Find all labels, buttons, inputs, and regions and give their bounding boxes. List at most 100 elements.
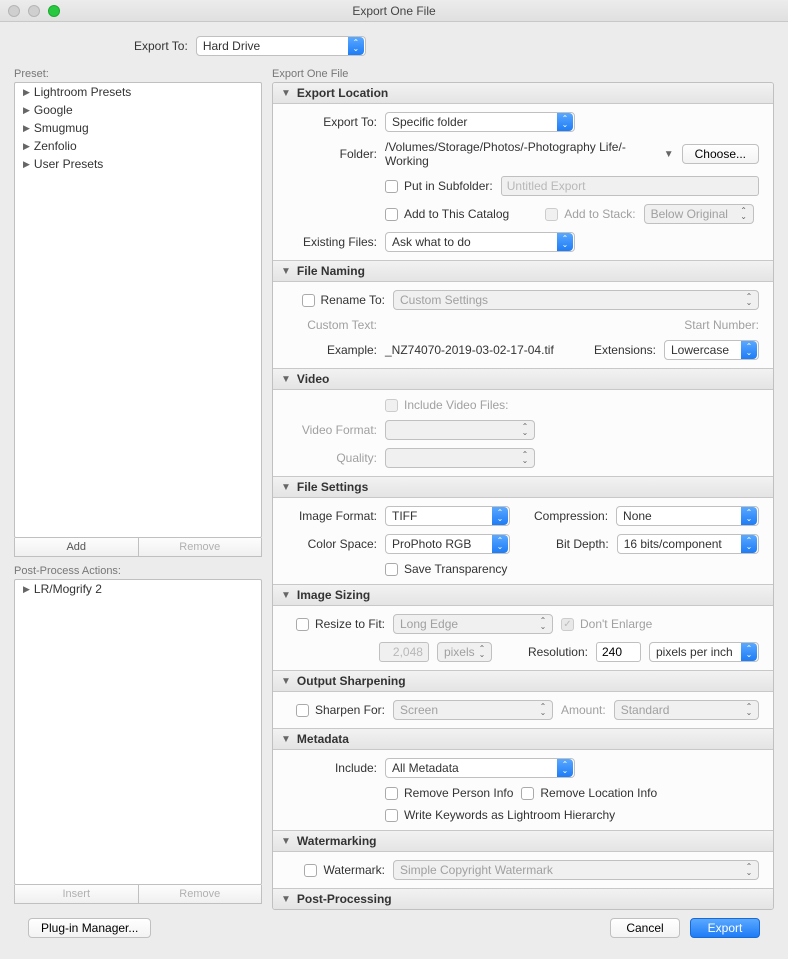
checkbox-icon <box>296 618 309 631</box>
list-item[interactable]: ▶Google <box>15 101 261 119</box>
chevron-updown-icon: ⌃⌄ <box>348 37 364 55</box>
export-button[interactable]: Export <box>690 918 760 938</box>
list-item[interactable]: ▶LR/Mogrify 2 <box>15 580 261 598</box>
chevron-updown-icon: ⌃⌄ <box>492 535 508 553</box>
remove-button[interactable]: Remove <box>139 538 262 556</box>
section-metadata[interactable]: ▼Metadata <box>273 728 773 750</box>
triangle-down-icon: ▼ <box>281 676 291 687</box>
color-space-select[interactable]: ProPhoto RGB⌃⌄ <box>385 534 510 554</box>
checkbox-icon <box>385 809 398 822</box>
stack-select: Below Original⌃⌄ <box>644 204 754 224</box>
checkbox-icon <box>385 563 398 576</box>
list-item[interactable]: ▶Smugmug <box>15 119 261 137</box>
rename-checkbox[interactable]: Rename To: <box>287 293 385 307</box>
list-item[interactable]: ▶User Presets <box>15 155 261 173</box>
resolution-input[interactable] <box>596 642 641 662</box>
chevron-updown-icon: ⌃⌄ <box>741 861 757 879</box>
add-catalog-checkbox[interactable]: Add to This Catalog <box>385 207 509 221</box>
preset-list[interactable]: ▶Lightroom Presets ▶Google ▶Smugmug ▶Zen… <box>14 82 262 538</box>
bit-depth-select[interactable]: 16 bits/component⌃⌄ <box>617 534 759 554</box>
subfolder-input[interactable] <box>501 176 759 196</box>
video-quality-select: ⌃⌄ <box>385 448 535 468</box>
sharpen-checkbox[interactable]: Sharpen For: <box>287 703 385 717</box>
loc-export-to-select[interactable]: Specific folder⌃⌄ <box>385 112 575 132</box>
include-select[interactable]: All Metadata⌃⌄ <box>385 758 575 778</box>
section-post-processing[interactable]: ▼Post-Processing <box>273 888 773 910</box>
triangle-right-icon: ▶ <box>23 141 30 152</box>
chevron-updown-icon: ⌃⌄ <box>557 233 573 251</box>
window-title: Export One File <box>0 4 788 18</box>
existing-select[interactable]: Ask what to do⌃⌄ <box>385 232 575 252</box>
checkbox-icon <box>385 180 398 193</box>
list-item[interactable]: ▶Lightroom Presets <box>15 83 261 101</box>
watermark-select: Simple Copyright Watermark⌃⌄ <box>393 860 759 880</box>
video-format-label: Video Format: <box>287 423 377 437</box>
section-output-sharpening[interactable]: ▼Output Sharpening <box>273 670 773 692</box>
triangle-down-icon: ▼ <box>281 836 291 847</box>
triangle-down-icon: ▼ <box>281 482 291 493</box>
chevron-updown-icon: ⌃⌄ <box>741 341 757 359</box>
video-quality-label: Quality: <box>287 451 377 465</box>
bit-depth-label: Bit Depth: <box>556 537 609 551</box>
triangle-down-icon: ▼ <box>281 88 291 99</box>
triangle-right-icon: ▶ <box>23 87 30 98</box>
extensions-select[interactable]: Lowercase⌃⌄ <box>664 340 759 360</box>
triangle-down-icon[interactable]: ▼ <box>664 149 674 160</box>
section-export-location[interactable]: ▼Export Location <box>273 83 773 104</box>
dont-enlarge-checkbox: ✓Don't Enlarge <box>561 617 652 631</box>
section-file-naming[interactable]: ▼File Naming <box>273 260 773 282</box>
size-unit-select: pixels⌃⌄ <box>437 642 492 662</box>
section-image-sizing[interactable]: ▼Image Sizing <box>273 584 773 606</box>
export-to-label: Export To: <box>134 39 188 53</box>
existing-label: Existing Files: <box>287 235 377 249</box>
section-watermarking[interactable]: ▼Watermarking <box>273 830 773 852</box>
remove-button[interactable]: Remove <box>139 885 262 903</box>
export-to-value: Hard Drive <box>203 39 260 53</box>
start-number-label: Start Number: <box>684 318 759 332</box>
remove-location-checkbox[interactable]: Remove Location Info <box>521 786 657 800</box>
section-video[interactable]: ▼Video <box>273 368 773 390</box>
chevron-updown-icon: ⌃⌄ <box>492 507 508 525</box>
plugin-manager-button[interactable]: Plug-in Manager... <box>28 918 151 938</box>
post-actions-list[interactable]: ▶LR/Mogrify 2 <box>14 579 262 885</box>
section-file-settings[interactable]: ▼File Settings <box>273 476 773 498</box>
folder-label: Folder: <box>287 147 377 161</box>
checkbox-icon <box>521 787 534 800</box>
preset-buttons: Add Remove <box>14 538 262 557</box>
add-button[interactable]: Add <box>15 538 139 556</box>
triangle-down-icon: ▼ <box>281 894 291 905</box>
subfolder-checkbox[interactable]: Put in Subfolder: <box>385 179 493 193</box>
resolution-unit-select[interactable]: pixels per inch⌃⌄ <box>649 642 759 662</box>
chevron-updown-icon: ⌃⌄ <box>517 449 533 467</box>
resize-select: Long Edge⌃⌄ <box>393 614 553 634</box>
window-titlebar: Export One File <box>0 0 788 22</box>
checkbox-checked-icon: ✓ <box>561 618 574 631</box>
triangle-down-icon: ▼ <box>281 266 291 277</box>
list-item[interactable]: ▶Zenfolio <box>15 137 261 155</box>
checkbox-icon <box>385 787 398 800</box>
keywords-checkbox[interactable]: Write Keywords as Lightroom Hierarchy <box>385 808 615 822</box>
insert-button[interactable]: Insert <box>15 885 139 903</box>
triangle-down-icon: ▼ <box>281 590 291 601</box>
video-format-select: ⌃⌄ <box>385 420 535 440</box>
checkbox-icon <box>385 208 398 221</box>
remove-person-checkbox[interactable]: Remove Person Info <box>385 786 513 800</box>
resize-checkbox[interactable]: Resize to Fit: <box>287 617 385 631</box>
chevron-updown-icon: ⌃⌄ <box>517 421 533 439</box>
chevron-updown-icon: ⌃⌄ <box>741 643 757 661</box>
watermark-checkbox[interactable]: Watermark: <box>287 863 385 877</box>
extensions-label: Extensions: <box>594 343 656 357</box>
right-title: Export One File <box>272 68 774 80</box>
chevron-updown-icon: ⌃⌄ <box>535 701 551 719</box>
amount-label: Amount: <box>561 703 606 717</box>
export-to-select[interactable]: Hard Drive ⌃⌄ <box>196 36 366 56</box>
cancel-button[interactable]: Cancel <box>610 918 680 938</box>
compression-select[interactable]: None⌃⌄ <box>616 506 759 526</box>
sharpen-select: Screen⌃⌄ <box>393 700 553 720</box>
image-format-select[interactable]: TIFF⌃⌄ <box>385 506 510 526</box>
triangle-down-icon: ▼ <box>281 734 291 745</box>
choose-folder-button[interactable]: Choose... <box>682 144 759 164</box>
transparency-checkbox[interactable]: Save Transparency <box>385 562 507 576</box>
triangle-right-icon: ▶ <box>23 159 30 170</box>
post-actions-buttons: Insert Remove <box>14 885 262 904</box>
